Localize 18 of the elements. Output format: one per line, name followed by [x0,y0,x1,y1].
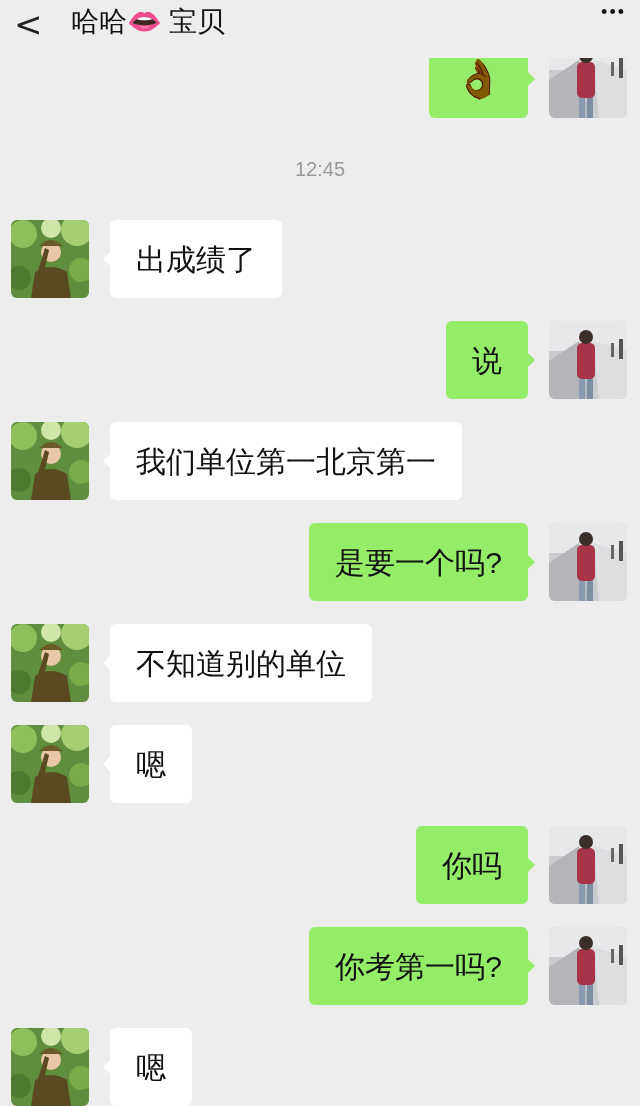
bubble-tail [527,554,535,570]
chat-title: 哈哈👄 宝贝 [70,5,226,39]
message-bubble: 不知道别的单位 [110,624,372,702]
more-button[interactable]: ••• [601,0,626,24]
message-bubble: 你吗 [416,826,528,904]
timestamp: 12:45 [294,157,346,182]
message-bubble: 说 [446,321,528,399]
message-bubble: 嗯 [110,1028,192,1106]
message-bubble: 我们单位第一北京第一 [110,422,462,500]
back-button[interactable]: < [14,2,43,46]
bubble-tail [527,71,535,87]
message-bubble: 出成绩了 [110,220,282,298]
message-bubble: 是要一个吗? [309,523,528,601]
bubble-tail [527,857,535,873]
bubble-tail [527,958,535,974]
bubble-tail [527,352,535,368]
message-bubble: 你考第一吗? [309,927,528,1005]
message-bubble: 嗯 [110,725,192,803]
